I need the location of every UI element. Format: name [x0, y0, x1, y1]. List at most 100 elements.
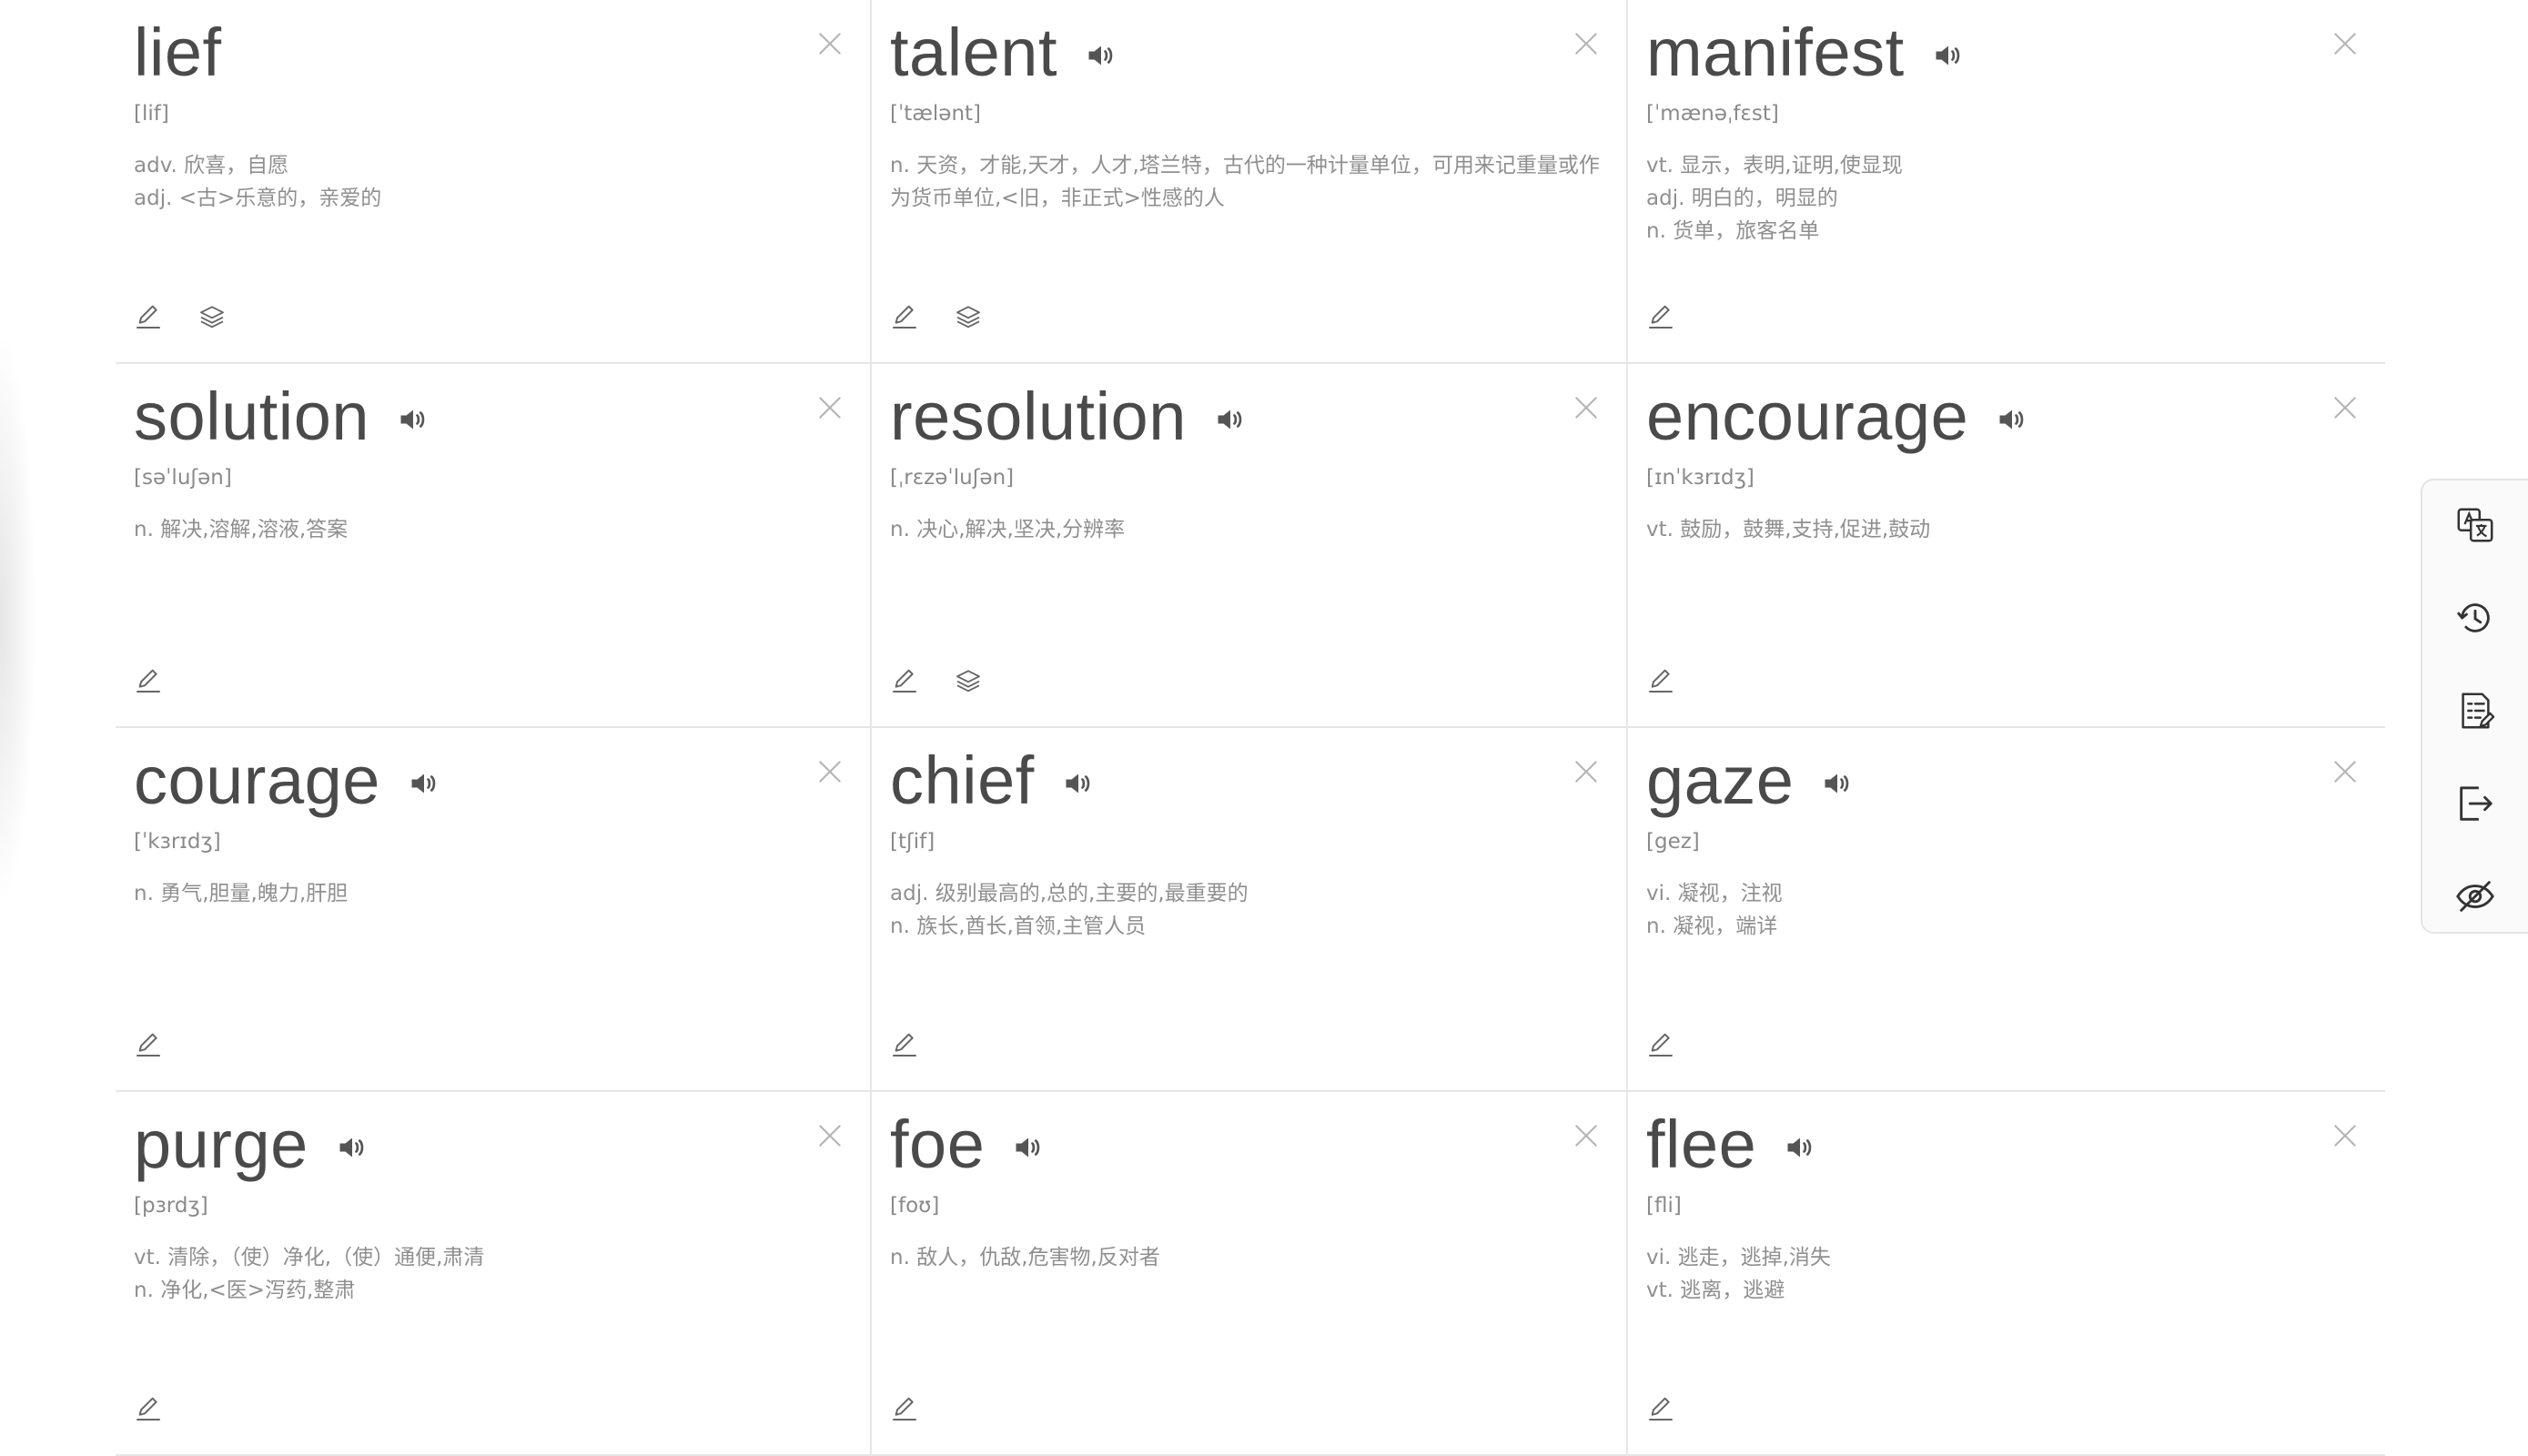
- word-title: flee: [1646, 1107, 1757, 1182]
- phonetic: [ˈtælənt]: [890, 102, 982, 126]
- definitions: adv. 欣喜，自愿 adj. <古>乐意的，亲爱的: [134, 149, 853, 215]
- edit-icon[interactable]: [1646, 1030, 1675, 1059]
- definition-line: n. 凝视，端详: [1646, 915, 1778, 938]
- word-header: foe: [890, 1099, 1045, 1190]
- definition-line: n. 净化,<医>泻药,整肃: [134, 1279, 356, 1302]
- edit-icon[interactable]: [134, 1030, 163, 1059]
- edit-icon[interactable]: [1646, 666, 1675, 695]
- word-title: foe: [890, 1107, 986, 1182]
- speaker-icon[interactable]: [336, 1131, 369, 1164]
- hide-button[interactable]: [2453, 874, 2497, 919]
- close-icon[interactable]: [2331, 29, 2360, 58]
- speaker-icon[interactable]: [1214, 403, 1247, 436]
- edit-icon[interactable]: [134, 666, 163, 695]
- word-list-button[interactable]: [2453, 688, 2497, 733]
- close-icon[interactable]: [815, 757, 844, 786]
- speaker-icon[interactable]: [1012, 1131, 1045, 1164]
- speaker-icon[interactable]: [408, 767, 440, 800]
- close-icon[interactable]: [2331, 757, 2360, 786]
- definition-line: n. 勇气,胆量,魄力,肝胆: [134, 882, 349, 905]
- word-header: encourage: [1646, 371, 2028, 462]
- speaker-icon[interactable]: [1062, 767, 1095, 800]
- left-edge-shadow: [0, 328, 36, 910]
- word-title: talent: [890, 15, 1058, 90]
- close-icon[interactable]: [1572, 757, 1601, 786]
- word-title: gaze: [1646, 743, 1795, 818]
- phonetic: [tʃif]: [890, 830, 935, 854]
- edit-icon[interactable]: [890, 302, 919, 331]
- word-card: encourage [ɪnˈkɜrɪdʒ] vt. 鼓励，鼓舞,支持,促进,鼓动: [1628, 364, 2385, 728]
- translate-button[interactable]: [2453, 502, 2497, 548]
- edit-icon[interactable]: [1646, 302, 1675, 331]
- logout-button[interactable]: [2453, 781, 2497, 826]
- definitions: n. 勇气,胆量,魄力,肝胆: [134, 877, 853, 910]
- speaker-icon[interactable]: [1996, 403, 2028, 436]
- phonetic: [ˈkɜrɪdʒ]: [134, 830, 221, 854]
- card-actions: [1646, 666, 1675, 695]
- layers-icon[interactable]: [954, 666, 983, 695]
- word-card: courage [ˈkɜrɪdʒ] n. 勇气,胆量,魄力,肝胆: [116, 728, 872, 1092]
- edit-icon[interactable]: [1646, 1394, 1675, 1423]
- word-header: gaze: [1646, 735, 1854, 826]
- word-card: chief [tʃif] adj. 级别最高的,总的,主要的,最重要的 n. 族…: [872, 728, 1628, 1092]
- definitions: n. 解决,溶解,溶液,答案: [134, 513, 853, 546]
- word-card: lief [lif] adv. 欣喜，自愿 adj. <古>乐意的，亲爱的: [116, 0, 872, 364]
- speaker-icon[interactable]: [397, 403, 430, 436]
- definition-line: vi. 凝视，注视: [1646, 882, 1783, 905]
- close-icon[interactable]: [2331, 393, 2360, 422]
- hide-icon: [2454, 875, 2496, 917]
- definition-line: vt. 清除，（使）净化,（使）通便,肃清: [134, 1246, 485, 1269]
- speaker-icon[interactable]: [1821, 767, 1854, 800]
- definition-line: n. 货单，旅客名单: [1646, 219, 1820, 243]
- card-actions: [890, 666, 983, 695]
- edit-icon[interactable]: [890, 666, 919, 695]
- definition-line: vi. 逃走，逃掉,消失: [1646, 1246, 1831, 1269]
- definition-line: n. 敌人，仇敌,危害物,反对者: [890, 1246, 1160, 1269]
- edit-icon[interactable]: [134, 302, 163, 331]
- card-actions: [1646, 1030, 1675, 1059]
- card-actions: [1646, 1394, 1675, 1423]
- definition-line: n. 解决,溶解,溶液,答案: [134, 518, 349, 541]
- word-card: flee [fli] vi. 逃走，逃掉,消失 vt. 逃离，逃避: [1628, 1092, 2385, 1456]
- word-title: manifest: [1646, 15, 1905, 90]
- word-header: resolution: [890, 371, 1247, 462]
- close-icon[interactable]: [1572, 393, 1601, 422]
- phonetic: [fli]: [1646, 1194, 1682, 1218]
- close-icon[interactable]: [815, 393, 844, 422]
- definition-line: n. 决心,解决,坚决,分辨率: [890, 518, 1126, 541]
- history-button[interactable]: [2453, 595, 2497, 641]
- phonetic: [pɜrdʒ]: [134, 1194, 208, 1218]
- word-card: resolution [ˌrɛzəˈluʃən] n. 决心,解决,坚决,分辨率: [872, 364, 1628, 728]
- phonetic: [gez]: [1646, 830, 1700, 854]
- close-icon[interactable]: [815, 29, 844, 58]
- definitions: n. 天资，才能,天才，人才,塔兰特，古代的一种计量单位，可用来记重量或作为货币…: [890, 149, 1609, 215]
- speaker-icon[interactable]: [1932, 39, 1965, 72]
- edit-icon[interactable]: [134, 1394, 163, 1423]
- definition-line: adj. <古>乐意的，亲爱的: [134, 187, 382, 210]
- layers-icon[interactable]: [954, 302, 983, 331]
- logout-icon: [2454, 783, 2496, 824]
- definitions: adj. 级别最高的,总的,主要的,最重要的 n. 族长,酋长,首领,主管人员: [890, 877, 1609, 943]
- definition-line: n. 族长,酋长,首领,主管人员: [890, 915, 1147, 938]
- close-icon[interactable]: [2331, 1121, 2360, 1150]
- speaker-icon[interactable]: [1784, 1131, 1816, 1164]
- definition-line: vt. 显示，表明,证明,使显现: [1646, 154, 1903, 177]
- edit-icon[interactable]: [890, 1030, 919, 1059]
- close-icon[interactable]: [1572, 1121, 1601, 1150]
- close-icon[interactable]: [815, 1121, 844, 1150]
- definitions: vt. 鼓励，鼓舞,支持,促进,鼓动: [1646, 513, 2365, 546]
- word-header: flee: [1646, 1099, 1816, 1190]
- card-actions: [134, 302, 227, 331]
- edit-icon[interactable]: [890, 1394, 919, 1423]
- card-actions: [134, 1030, 163, 1059]
- close-icon[interactable]: [1572, 29, 1601, 58]
- phonetic: [səˈluʃən]: [134, 466, 232, 490]
- definitions: n. 敌人，仇敌,危害物,反对者: [890, 1241, 1609, 1274]
- word-card: talent [ˈtælənt] n. 天资，才能,天才，人才,塔兰特，古代的一…: [872, 0, 1628, 364]
- speaker-icon[interactable]: [1085, 39, 1117, 72]
- word-title: chief: [890, 743, 1035, 818]
- definitions: vi. 凝视，注视 n. 凝视，端详: [1646, 877, 2365, 943]
- word-title: purge: [134, 1107, 308, 1182]
- word-card: gaze [gez] vi. 凝视，注视 n. 凝视，端详: [1628, 728, 2385, 1092]
- layers-icon[interactable]: [197, 302, 227, 331]
